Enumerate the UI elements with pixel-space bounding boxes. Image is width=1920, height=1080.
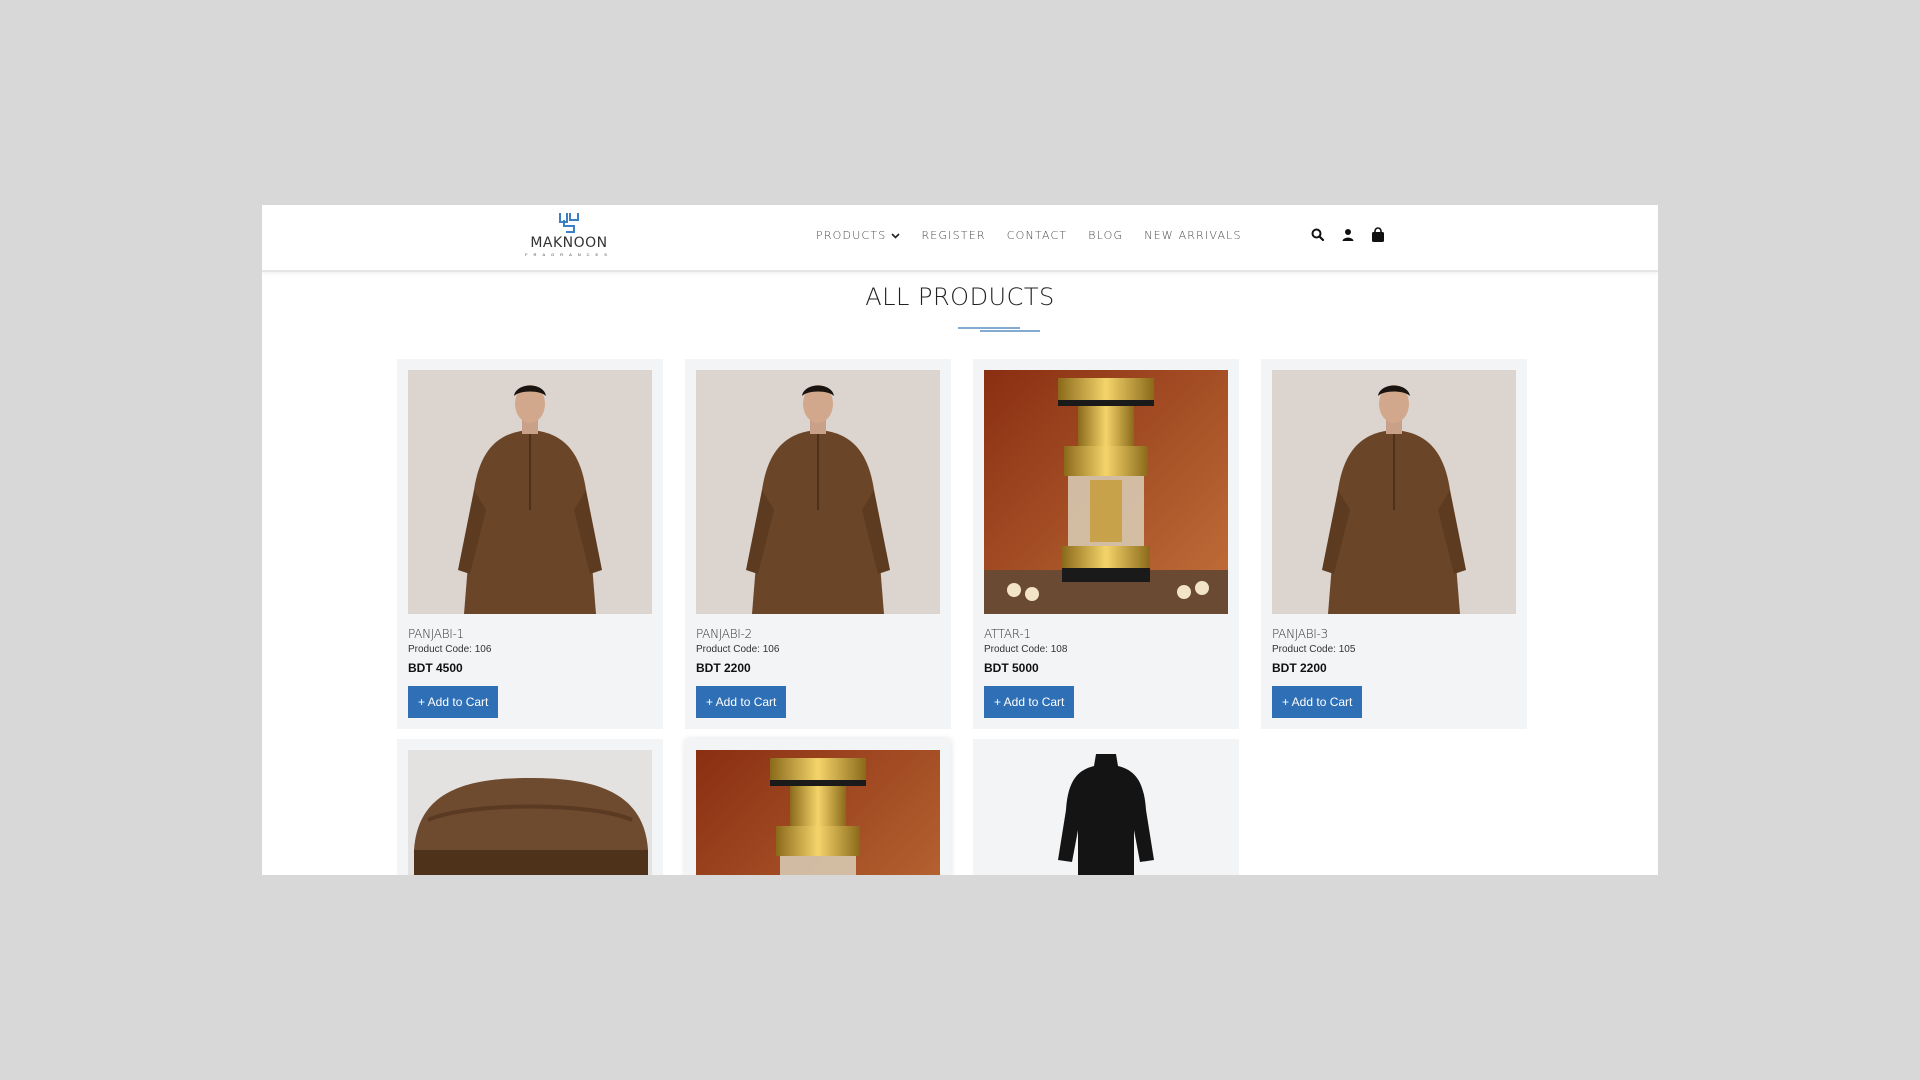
product-image[interactable] (984, 370, 1228, 614)
product-card: PANJABI-2 Product Code: 106 BDT 2200 + A… (685, 359, 951, 729)
product-image[interactable] (984, 750, 1228, 875)
add-to-cart-button[interactable]: + Add to Cart (984, 686, 1075, 718)
product-price: BDT 4500 (408, 661, 463, 675)
site-header: MAKNOON FRAGRANCES PRODUCTS REGISTER CON… (262, 205, 1658, 272)
product-name[interactable]: ATTAR-1 (984, 627, 1228, 642)
brand-name: MAKNOON (530, 235, 608, 251)
product-card (685, 739, 951, 875)
product-card: PANJABI-3 Product Code: 105 BDT 2200 + A… (1261, 359, 1527, 729)
nav-register[interactable]: REGISTER (921, 229, 985, 242)
product-price: BDT 5000 (984, 661, 1039, 675)
product-price: BDT 2200 (696, 661, 751, 675)
browser-page: MAKNOON FRAGRANCES PRODUCTS REGISTER CON… (262, 205, 1658, 875)
nav-products[interactable]: PRODUCTS (816, 229, 901, 242)
product-code: Product Code: 105 (1272, 644, 1356, 655)
header-icons (1310, 227, 1386, 243)
nav-contact[interactable]: CONTACT (1007, 229, 1068, 242)
user-icon[interactable] (1340, 227, 1356, 243)
brand-logo[interactable]: MAKNOON FRAGRANCES (524, 211, 614, 267)
product-image[interactable] (696, 370, 940, 614)
product-name[interactable]: PANJABI-1 (408, 627, 652, 642)
product-card (397, 739, 663, 875)
nav-blog[interactable]: BLOG (1088, 229, 1123, 242)
main-nav: PRODUCTS REGISTER CONTACT BLOG NEW ARRIV… (816, 229, 1263, 242)
nav-products-label: PRODUCTS (816, 229, 887, 242)
product-code: Product Code: 106 (696, 644, 780, 655)
product-image[interactable] (696, 750, 940, 875)
product-price: BDT 2200 (1272, 661, 1327, 675)
product-card: ATTAR-1 Product Code: 108 BDT 5000 + Add… (973, 359, 1239, 729)
add-to-cart-button[interactable]: + Add to Cart (696, 686, 787, 718)
product-image[interactable] (1272, 370, 1516, 614)
add-to-cart-button[interactable]: + Add to Cart (1272, 686, 1363, 718)
add-to-cart-button[interactable]: + Add to Cart (408, 686, 499, 718)
product-name[interactable]: PANJABI-2 (696, 627, 940, 642)
title-underline (958, 327, 1040, 332)
product-code: Product Code: 108 (984, 644, 1068, 655)
product-code: Product Code: 106 (408, 644, 492, 655)
logo-mark-icon (559, 213, 579, 233)
product-image[interactable] (408, 750, 652, 875)
product-card (973, 739, 1239, 875)
search-icon[interactable] (1310, 227, 1326, 243)
page-title: ALL PRODUCTS (865, 283, 1055, 311)
product-name[interactable]: PANJABI-3 (1272, 627, 1516, 642)
shopping-bag-icon[interactable] (1370, 227, 1386, 243)
product-card: PANJABI-1 Product Code: 106 BDT 4500 + A… (397, 359, 663, 729)
product-image[interactable] (408, 370, 652, 614)
brand-tagline: FRAGRANCES (525, 252, 613, 257)
chevron-down-icon (891, 229, 901, 242)
nav-new-arrivals[interactable]: NEW ARRIVALS (1144, 229, 1241, 242)
